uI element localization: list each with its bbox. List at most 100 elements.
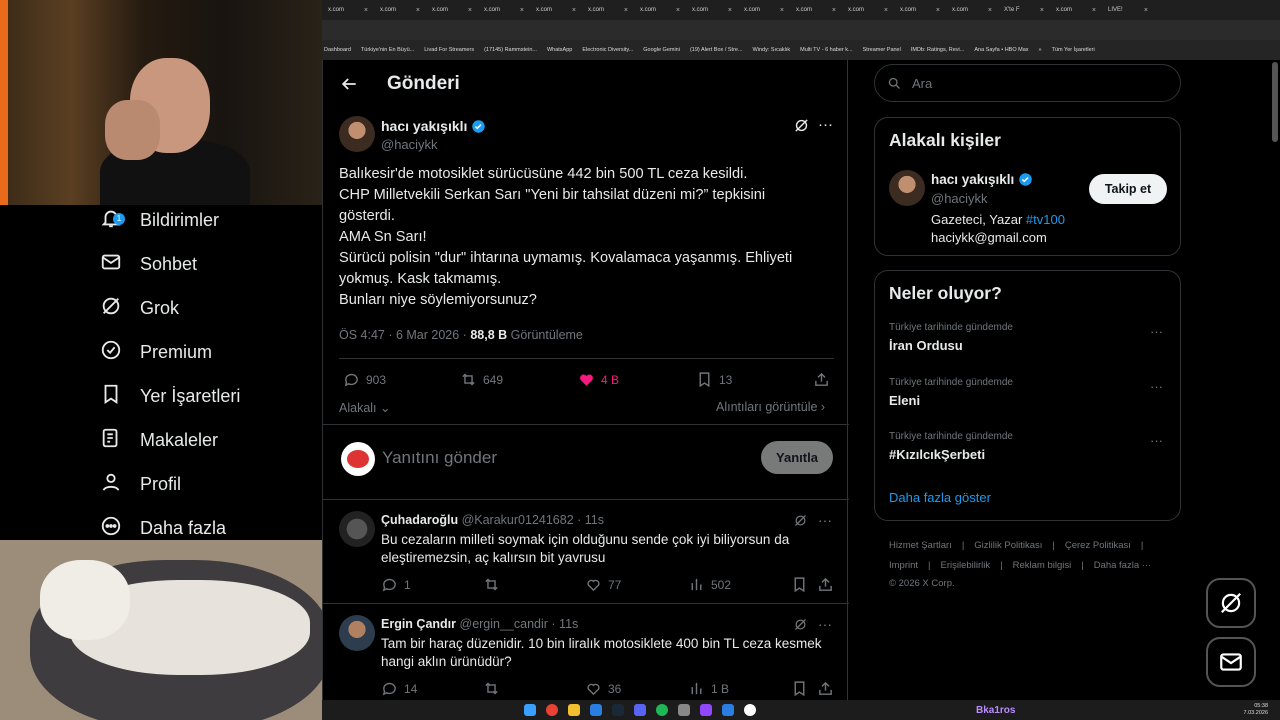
trend-item[interactable]: Türkiye tarihinde gündemde #KızılcıkŞerb…: [889, 431, 1169, 462]
share-button[interactable]: [817, 680, 834, 697]
like-button[interactable]: 36: [585, 680, 621, 697]
grok-explain-icon[interactable]: [793, 117, 810, 139]
close-tab-icon[interactable]: ×: [468, 7, 472, 14]
close-tab-icon[interactable]: ×: [520, 7, 524, 14]
nav-item-notifications[interactable]: 1 Bildirimler: [100, 200, 320, 240]
reply-button[interactable]: 1: [381, 576, 411, 593]
browser-tab[interactable]: x.com ×: [582, 0, 634, 20]
terms-link[interactable]: Hizmet Şartları: [889, 540, 952, 551]
view-quotes-link[interactable]: Alıntıları görüntüle ›: [716, 400, 825, 414]
nav-item-premium[interactable]: Premium: [100, 332, 320, 372]
ads-info-link[interactable]: Reklam bilgisi: [1013, 560, 1072, 571]
bookmark-item[interactable]: Livad For Streamers: [424, 47, 474, 53]
close-tab-icon[interactable]: ×: [676, 7, 680, 14]
grok-explain-icon[interactable]: [793, 513, 808, 533]
bookmark-item[interactable]: Windy: Sıcaklık: [753, 47, 791, 53]
more-options-icon[interactable]: ···: [818, 616, 832, 632]
user-avatar[interactable]: [341, 442, 375, 476]
like-button[interactable]: 77: [585, 576, 621, 593]
more-link[interactable]: Daha fazla ···: [1094, 560, 1152, 571]
browser-tab[interactable]: x.com ×: [1050, 0, 1102, 20]
messages-fab[interactable]: [1206, 637, 1256, 687]
folder-icon[interactable]: [568, 704, 580, 716]
browser-tab[interactable]: x.com ×: [478, 0, 530, 20]
reply-avatar[interactable]: [339, 511, 375, 547]
views-button[interactable]: 502: [688, 576, 731, 593]
bookmark-item[interactable]: Tüm Yer İşaretleri: [1052, 47, 1095, 53]
like-button[interactable]: 4 B: [578, 371, 619, 388]
privacy-link[interactable]: Gizlilik Politikası: [974, 540, 1042, 551]
browser-tab[interactable]: x.com ×: [530, 0, 582, 20]
grok-explain-icon[interactable]: [793, 617, 808, 637]
app-icon[interactable]: [678, 704, 690, 716]
nav-item-more[interactable]: Daha fazla: [100, 508, 320, 548]
reply-input[interactable]: Yanıtını gönder: [382, 448, 497, 468]
close-tab-icon[interactable]: ×: [416, 7, 420, 14]
bookmark-item[interactable]: (19) Alert Box / Stre...: [690, 47, 743, 53]
browser-tab[interactable]: X'te F ×: [998, 0, 1050, 20]
back-arrow-icon[interactable]: [339, 74, 359, 94]
spotify-icon[interactable]: [656, 704, 668, 716]
close-tab-icon[interactable]: ×: [1040, 7, 1044, 14]
avatar[interactable]: [339, 116, 375, 152]
browser-tab[interactable]: x.com ×: [894, 0, 946, 20]
address-bar[interactable]: [322, 20, 1280, 40]
app-icon[interactable]: [744, 704, 756, 716]
more-options-icon[interactable]: ···: [1150, 379, 1163, 394]
repost-button[interactable]: 649: [460, 371, 503, 388]
close-tab-icon[interactable]: ×: [728, 7, 732, 14]
clock[interactable]: 05:38 7.03.2026: [1244, 703, 1268, 717]
show-more-link[interactable]: Daha fazla göster: [889, 490, 991, 505]
author-name-row[interactable]: hacı yakışıklı: [381, 118, 486, 134]
close-tab-icon[interactable]: ×: [1092, 7, 1096, 14]
chrome-icon[interactable]: [546, 704, 558, 716]
views-button[interactable]: 1 B: [688, 680, 729, 697]
browser-tab[interactable]: x.com ×: [790, 0, 842, 20]
close-tab-icon[interactable]: ×: [832, 7, 836, 14]
scrollbar-thumb[interactable]: [1272, 62, 1278, 142]
close-tab-icon[interactable]: ×: [364, 7, 368, 14]
bookmark-item[interactable]: Multi TV - 6 haber k...: [800, 47, 852, 53]
browser-tab[interactable]: x.com ×: [634, 0, 686, 20]
repost-button[interactable]: [483, 576, 500, 593]
close-tab-icon[interactable]: ×: [988, 7, 992, 14]
bookmark-item[interactable]: Streamer Panel: [863, 47, 901, 53]
follow-button[interactable]: Takip et: [1089, 174, 1167, 204]
nav-item-profile[interactable]: Profil: [100, 464, 320, 504]
accessibility-link[interactable]: Erişilebilirlik: [941, 560, 991, 571]
trend-item[interactable]: Türkiye tarihinde gündemde İran Ordusu: [889, 322, 1169, 353]
bio-hashtag[interactable]: #tv100: [1026, 212, 1065, 227]
browser-tab[interactable]: x.com ×: [946, 0, 998, 20]
browser-tab[interactable]: x.com ×: [322, 0, 374, 20]
reply-button[interactable]: 14: [381, 680, 417, 697]
related-name-row[interactable]: hacı yakışıklı: [931, 172, 1033, 187]
bookmark-item[interactable]: WhatsApp: [547, 47, 572, 53]
more-options-icon[interactable]: ···: [1150, 324, 1163, 339]
avatar[interactable]: [889, 170, 925, 206]
nav-item-bookmarks[interactable]: Yer İşaretleri: [100, 376, 320, 416]
more-options-icon[interactable]: ···: [818, 116, 833, 133]
close-tab-icon[interactable]: ×: [572, 7, 576, 14]
close-tab-icon[interactable]: ×: [936, 7, 940, 14]
close-tab-icon[interactable]: ×: [780, 7, 784, 14]
bookmark-item[interactable]: Google Gemini: [643, 47, 680, 53]
bookmark-item[interactable]: IMDb: Ratings, Revi...: [911, 47, 965, 53]
browser-tab[interactable]: LIVE! ×: [1102, 0, 1154, 20]
bookmark-item[interactable]: Ana Sayfa • HBO Max: [974, 47, 1028, 53]
bookmark-item[interactable]: Türkiye'nin En Büyü...: [361, 47, 414, 53]
reply-submit-button[interactable]: Yanıtla: [761, 441, 833, 474]
more-options-icon[interactable]: ···: [1150, 433, 1163, 448]
close-tab-icon[interactable]: ×: [624, 7, 628, 14]
app-icon[interactable]: [722, 704, 734, 716]
browser-tab[interactable]: x.com ×: [738, 0, 790, 20]
browser-tab[interactable]: x.com ×: [686, 0, 738, 20]
more-options-icon[interactable]: ···: [818, 512, 832, 528]
start-icon[interactable]: [524, 704, 536, 716]
nav-item-articles[interactable]: Makaleler: [100, 420, 320, 460]
grok-fab[interactable]: [1206, 578, 1256, 628]
bookmark-button[interactable]: 13: [696, 371, 732, 388]
bookmark-item[interactable]: Dashboard: [324, 47, 351, 53]
search-input[interactable]: Ara: [874, 64, 1181, 102]
browser-tab[interactable]: x.com ×: [842, 0, 894, 20]
share-button[interactable]: [817, 576, 834, 593]
